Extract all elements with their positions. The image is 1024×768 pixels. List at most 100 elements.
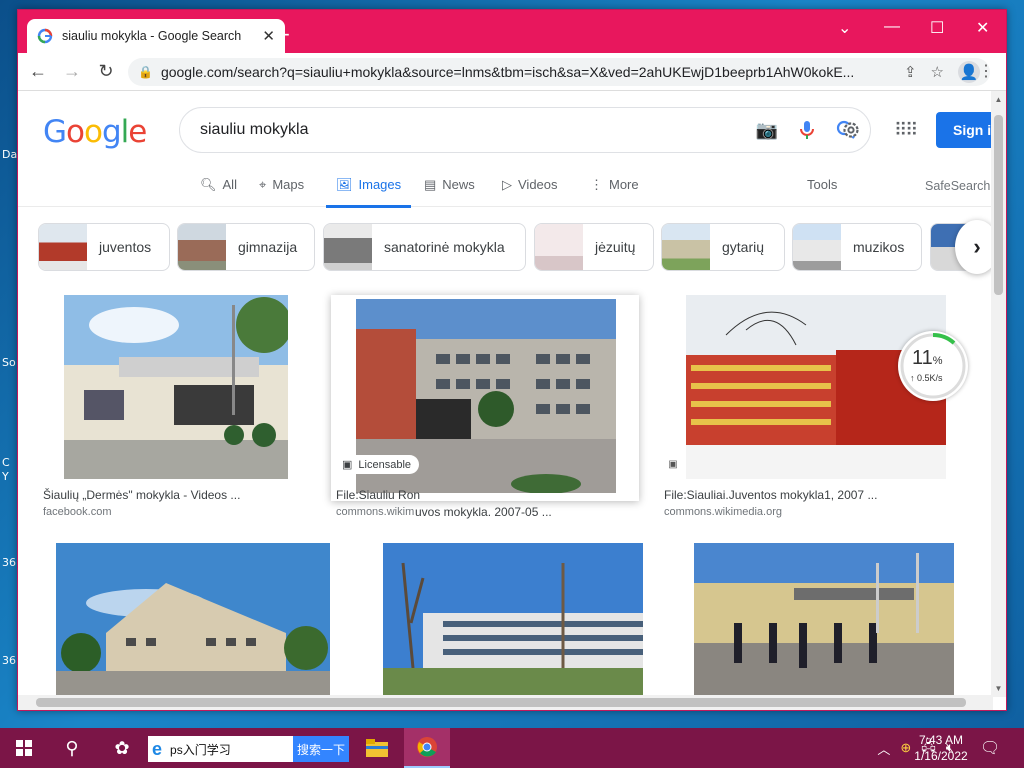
notification-icon[interactable]: 🗨 [980,738,1000,758]
maximize-icon[interactable]: ☐ [930,18,944,38]
result-title[interactable]: File:Siauliu Ron [336,488,420,502]
tab-videos[interactable]: ▷ Videos [502,175,558,207]
search-icon[interactable]: ⚲ [48,728,96,768]
image-result[interactable] [383,543,643,697]
scroll-thumb[interactable] [36,698,966,707]
tab-all[interactable]: 🔍︎ All [200,175,237,207]
network-speed-widget[interactable]: 11% ↑ 0.5K/s [898,331,968,401]
image-result[interactable] [56,543,330,697]
chip-thumbnail [39,224,87,270]
image-icon: 🖼︎ [336,177,353,192]
safesearch-button[interactable]: SafeSearch [925,179,990,193]
pinwheel-app-icon[interactable]: ✿ [98,728,146,768]
image-result[interactable] [694,543,954,697]
tab-maps[interactable]: ⌖ Maps [259,175,304,207]
tab-close-icon[interactable]: ✕ [262,27,275,45]
microphone-icon[interactable] [800,120,814,140]
windows-start-icon[interactable] [0,728,48,768]
share-icon[interactable]: ⇪ [904,63,917,81]
chip-muzikos[interactable]: muzikos [792,223,922,271]
desktop-icon-label[interactable]: 36 [2,556,16,569]
image-icon: ▣ [664,455,682,473]
tab-title: siauliu mokykla - Google Search [62,29,242,43]
file-explorer-icon[interactable] [354,728,400,768]
clock[interactable]: 7:43 AM 1/16/2022 [906,732,976,764]
image-icon: ▣ [342,459,353,471]
image-result[interactable]: ▣ Licensable File:Siauliu Ron commons.wik… [331,295,641,525]
new-tab-button[interactable]: + [277,24,290,46]
desktop-icon-label[interactable]: Y [2,470,9,483]
google-logo[interactable]: Google [43,114,147,150]
browser-menu-icon[interactable]: ⋮ [978,61,994,81]
scroll-thumb[interactable] [994,115,1003,295]
tab-images[interactable]: 🖼︎ Images [326,175,412,208]
camera-icon[interactable]: 📷 [756,120,778,141]
chip-juventos[interactable]: juventos [38,223,170,271]
tab-news[interactable]: ▤ News [424,175,475,207]
result-source[interactable]: facebook.com [43,506,111,518]
search-tabs: 🔍︎ All ⌖ Maps 🖼︎ Images ▤ News ▷ Videos ⋮ More… [18,175,992,208]
apps-grid-icon[interactable]: ⠿⠿ [894,120,918,141]
image-result[interactable]: Šiaulių „Dermės" mokykla - Videos ... fa… [39,295,315,525]
licensable-badge[interactable]: ▣ Licensable [334,455,419,474]
scroll-up-arrow-icon[interactable]: ▲ [991,95,1006,104]
lock-icon: 🔒 [138,65,153,79]
horizontal-scrollbar[interactable] [18,695,993,710]
close-window-icon[interactable]: ✕ [976,18,989,38]
chip-sanatorine-mokykla[interactable]: sanatorinė mokykla [323,223,526,271]
video-icon: ▷ [502,177,512,192]
percent-sign: % [932,355,943,367]
ie-icon: e [152,738,163,759]
result-source[interactable]: commons.wikim [336,506,414,518]
forward-arrow-icon[interactable]: → [58,58,86,86]
chip-label: jėzuitų [595,239,636,255]
chip-thumbnail [178,224,226,270]
chip-gimnazija[interactable]: gimnazija [177,223,315,271]
taskbar-search-input[interactable]: e ps入门学习 [148,736,293,762]
scroll-down-arrow-icon[interactable]: ▼ [991,684,1006,693]
taskbar-search-text[interactable]: ps入门学习 [170,741,231,758]
tools-button[interactable]: Tools [807,177,837,192]
taskbar: ⚲ ✿ e ps入门学习 搜索一下 ︿ ⊕ 🖧 🔇︎ 7:43 AM 1/16/… [0,728,1024,768]
speed-percent: 11% [912,347,943,370]
minimize-icon[interactable]: — [884,18,900,36]
address-bar[interactable]: 🔒 google.com/search?q=siauliu+mokykla&so… [128,58,990,86]
image-result[interactable]: ▣ File:Siauliai.Juventos mokykla1, 2007 … [660,295,980,525]
settings-gear-icon[interactable] [841,120,861,140]
title-bar: siauliu mokykla - Google Search ✕ + ⌄ — … [18,10,1006,53]
desktop-icon-label[interactable]: C [2,456,10,469]
desktop-icon-label[interactable]: 36 [2,654,16,667]
desktop-icon-label[interactable]: So [2,356,16,369]
result-title[interactable]: File:Siauliai.Juventos mokykla1, 2007 ..… [664,488,877,502]
clock-time: 7:43 AM [918,733,964,747]
chip-jezuitu[interactable]: jėzuitų [534,223,654,271]
back-arrow-icon[interactable]: ← [24,58,52,86]
tab-label: Videos [518,177,558,192]
bookmark-star-icon[interactable]: ☆ [931,63,944,81]
logo-letter: e [128,114,147,150]
related-searches-chips: juventos gimnazija sanatorinė mokykla jė… [38,223,992,273]
vertical-scrollbar[interactable]: ▲ ▼ [991,91,1006,697]
tab-more[interactable]: ⋮ More [590,175,639,207]
tab-search-chevron-icon[interactable]: ⌄ [838,18,851,38]
chip-gytariu[interactable]: gytarių [661,223,785,271]
profile-avatar-icon[interactable]: 👤 [958,61,980,83]
taskbar-search-button[interactable]: 搜索一下 [293,736,349,762]
result-title[interactable]: Šiaulių „Dermės" mokykla - Videos ... [43,488,240,502]
chevron-up-icon[interactable]: ︿ [877,739,890,758]
search-query-text[interactable]: siauliu mokykla [200,121,756,139]
sign-in-button[interactable]: Sign i [936,112,992,148]
reload-icon[interactable]: ↻ [92,58,120,86]
browser-tab[interactable]: siauliu mokykla - Google Search ✕ [27,19,285,53]
desktop-icon-label[interactable]: Da [2,148,17,161]
result-title-overlay[interactable]: uvos mokykla. 2007-05 ... [415,505,552,519]
search-input[interactable]: siauliu mokykla 📷 [179,107,871,153]
search-icon: 🔍︎ [200,177,217,192]
url-text[interactable]: google.com/search?q=siauliu+mokykla&sour… [161,64,904,80]
logo-letter: G [43,114,67,150]
chip-label: gimnazija [238,239,298,255]
chrome-icon[interactable] [404,728,450,768]
chip-thumbnail [535,224,583,270]
chips-next-arrow-icon[interactable]: › [955,220,992,274]
result-source[interactable]: commons.wikimedia.org [664,506,782,518]
